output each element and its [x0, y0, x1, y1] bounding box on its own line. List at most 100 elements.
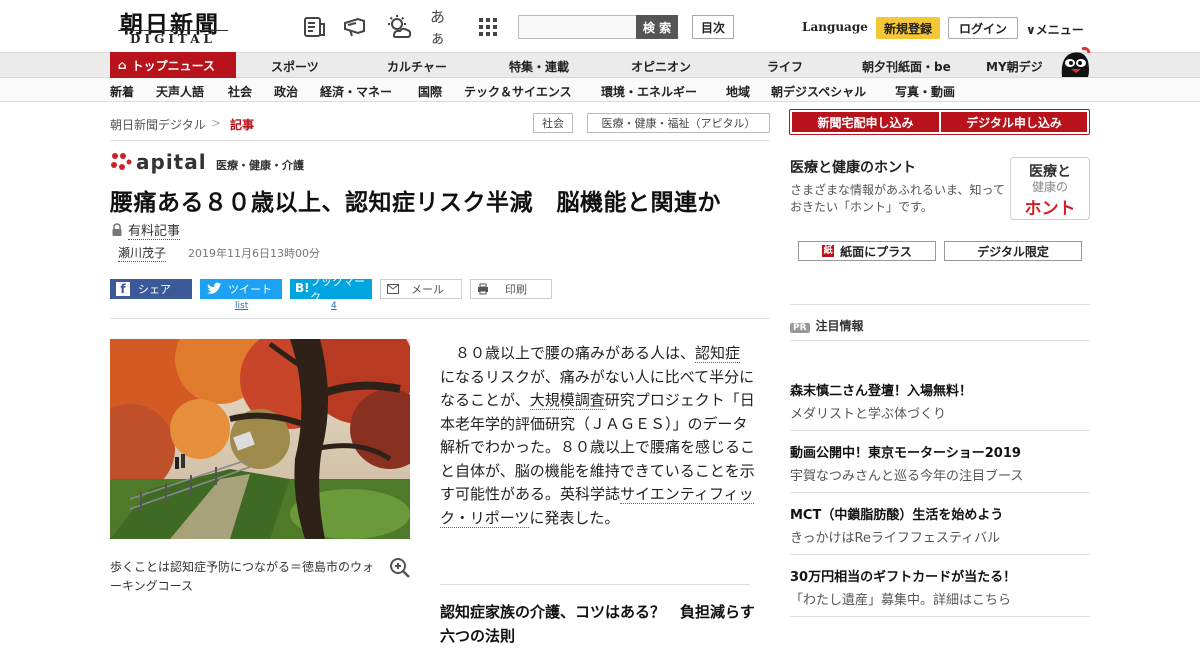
- nav-label: トップニュース: [131, 58, 215, 73]
- honto-description: さまざまな情報があふれるいま、知っておきたい「ホント」です。: [790, 183, 1005, 214]
- nav-paper[interactable]: 朝夕刊紙面・be: [862, 58, 951, 75]
- twitter-share-button[interactable]: ツイート: [200, 279, 282, 299]
- paper-plus-label: 紙面にプラス: [840, 244, 912, 259]
- mascot-icon[interactable]: [1056, 45, 1092, 79]
- article-body: ８０歳以上で腰の痛みがある人は、認知症になるリスクが、痛みがない人に比べて半分に…: [440, 342, 755, 530]
- author-link[interactable]: 瀬川茂子: [118, 244, 167, 262]
- site-header: 朝日新聞 DIGITAL あぁ 検 索 目次 Language 新規登録 ログイ…: [0, 0, 1200, 52]
- ad-title[interactable]: 動画公開中！東京モーターショー2019: [790, 442, 1021, 461]
- ad-title[interactable]: MCT（中鎖脂肪酸）生活を始めよう: [790, 504, 1003, 523]
- signup-button[interactable]: 新規登録: [876, 17, 940, 39]
- hatena-bookmark-button[interactable]: B! ブックマーク: [290, 275, 372, 304]
- nav2-tech[interactable]: テック＆サイエンス: [464, 83, 572, 100]
- ad-subtitle[interactable]: きっかけはReライフフェスティバル: [790, 527, 1000, 546]
- zoom-icon[interactable]: [389, 557, 411, 579]
- twitter-list-link[interactable]: list: [235, 301, 248, 311]
- divider: [440, 584, 750, 585]
- tag-society[interactable]: 社会: [533, 113, 573, 133]
- nav2-international[interactable]: 国際: [418, 83, 442, 100]
- nav-my-asahi[interactable]: MY朝デジ: [986, 58, 1043, 75]
- secondary-nav: 新着 天声人語 社会 政治 経済・マネー 国際 テック＆サイエンス 環境・エネル…: [0, 78, 1200, 102]
- divider: [790, 554, 1090, 555]
- ad-title[interactable]: 30万円相当のギフトカードが当たる！: [790, 566, 1016, 585]
- nav2-economy[interactable]: 経済・マネー: [320, 83, 392, 100]
- photo-caption: 歩くことは認知症予防につながる＝徳島市のウォーキングコース: [110, 560, 375, 593]
- digital-only-button[interactable]: デジタル限定: [944, 241, 1082, 261]
- menu-button[interactable]: ∨メニュー: [1026, 21, 1084, 38]
- nav-opinion[interactable]: オピニオン: [631, 58, 691, 75]
- nav-life[interactable]: ライフ: [767, 58, 803, 75]
- subscribe-paper-button[interactable]: 新聞宅配申し込み: [791, 111, 940, 133]
- nav2-politics[interactable]: 政治: [274, 83, 298, 100]
- print-label: 印刷: [505, 283, 527, 296]
- grid-icon[interactable]: [475, 14, 501, 40]
- divider: [110, 140, 770, 141]
- ad-subtitle[interactable]: メダリストと学ぶ体づくり: [790, 403, 946, 422]
- tweet-label: ツイート: [228, 283, 272, 296]
- related-article-link[interactable]: 認知症家族の介護、コツはある？ 負担減らす六つの法則: [440, 600, 760, 648]
- facebook-share-button[interactable]: f シェア: [110, 279, 192, 299]
- weather-icon[interactable]: [386, 14, 412, 40]
- twitter-icon: [206, 282, 222, 299]
- breadcrumb-separator: >: [211, 116, 222, 130]
- nav-sports[interactable]: スポーツ: [271, 58, 319, 75]
- article-title: 腰痛ある８０歳以上、認知症リスク半減 脳機能と関連か: [110, 190, 721, 216]
- font-size-icon[interactable]: あぁ: [430, 8, 456, 47]
- paper-plus-button[interactable]: 紙紙面にプラス: [798, 241, 936, 261]
- nav2-special[interactable]: 朝デジスペシャル: [771, 83, 866, 100]
- honto-badge[interactable]: 医療と 健康の ホント: [1010, 157, 1090, 220]
- badge-line: ホント: [1024, 199, 1076, 219]
- nav2-society[interactable]: 社会: [228, 83, 252, 100]
- breadcrumb-home[interactable]: 朝日新聞デジタル: [110, 116, 206, 133]
- apital-subtitle: 医療・健康・介護: [216, 159, 304, 172]
- badge-line: 健康の: [1031, 180, 1068, 194]
- mail-icon: [387, 284, 399, 297]
- honto-title[interactable]: 医療と健康のホント: [790, 157, 916, 177]
- megaphone-icon[interactable]: [342, 14, 368, 40]
- apital-brand[interactable]: apital: [136, 150, 207, 174]
- divider: [110, 318, 770, 319]
- publish-date: 2019年11月6日13時00分: [188, 247, 320, 260]
- body-text: ８０歳以上で腰の痛みがある人は、: [440, 344, 696, 362]
- nav2-photo-video[interactable]: 写真・動画: [895, 83, 955, 100]
- paid-article-label[interactable]: 有料記事: [128, 220, 181, 240]
- ad-subtitle[interactable]: 「わたし遺産」募集中。詳細はこちら: [790, 589, 1011, 608]
- nav-top-news[interactable]: ⌂ トップニュース: [110, 52, 236, 78]
- mail-label: メール: [411, 283, 444, 296]
- print-button[interactable]: 印刷: [470, 279, 552, 299]
- divider: [790, 616, 1090, 617]
- apital-logo-icon: [110, 152, 132, 172]
- nav2-new[interactable]: 新着: [110, 83, 134, 100]
- site-logo-sub[interactable]: DIGITAL: [118, 30, 228, 46]
- newspaper-icon[interactable]: [301, 14, 327, 40]
- ad-subtitle[interactable]: 宇賀なつみさんと巡る今年の注目ブース: [790, 465, 1023, 484]
- nav2-environment[interactable]: 環境・エネルギー: [601, 83, 697, 100]
- keyword-link[interactable]: 認知症: [695, 344, 741, 363]
- login-button[interactable]: ログイン: [948, 17, 1018, 39]
- nav-features[interactable]: 特集・連載: [509, 58, 569, 75]
- print-icon: [477, 283, 489, 298]
- subscribe-digital-button[interactable]: デジタル申し込み: [940, 111, 1088, 133]
- hatena-icon: B!: [295, 281, 310, 295]
- ad-title[interactable]: 森末慎二さん登壇！入場無料！: [790, 380, 972, 399]
- badge-line: 医療と: [1029, 164, 1071, 180]
- keyword-link[interactable]: 大規模調査: [529, 391, 605, 410]
- divider: [790, 492, 1090, 493]
- hatena-count[interactable]: 4: [331, 301, 337, 311]
- body-text: に発表した。: [529, 508, 620, 527]
- primary-nav: ⌂ トップニュース スポーツ カルチャー 特集・連載 オピニオン ライフ 朝夕刊紙…: [0, 47, 1200, 78]
- nav-culture[interactable]: カルチャー: [387, 58, 447, 75]
- article-photo[interactable]: [110, 339, 410, 539]
- mail-button[interactable]: メール: [380, 279, 462, 299]
- pr-header: PR 注目情報: [790, 317, 864, 334]
- pr-title: 注目情報: [815, 319, 864, 333]
- language-link[interactable]: Language: [802, 20, 868, 34]
- index-button[interactable]: 目次: [692, 15, 734, 39]
- search-input[interactable]: [518, 15, 637, 39]
- search-button[interactable]: 検 索: [636, 15, 678, 39]
- nav2-region[interactable]: 地域: [726, 83, 750, 100]
- chevron-down-icon: ∨: [1026, 23, 1036, 37]
- nav2-tenseijingo[interactable]: 天声人語: [156, 83, 204, 100]
- tag-apital[interactable]: 医療・健康・福祉（アピタル）: [587, 113, 770, 133]
- facebook-icon: f: [116, 282, 130, 296]
